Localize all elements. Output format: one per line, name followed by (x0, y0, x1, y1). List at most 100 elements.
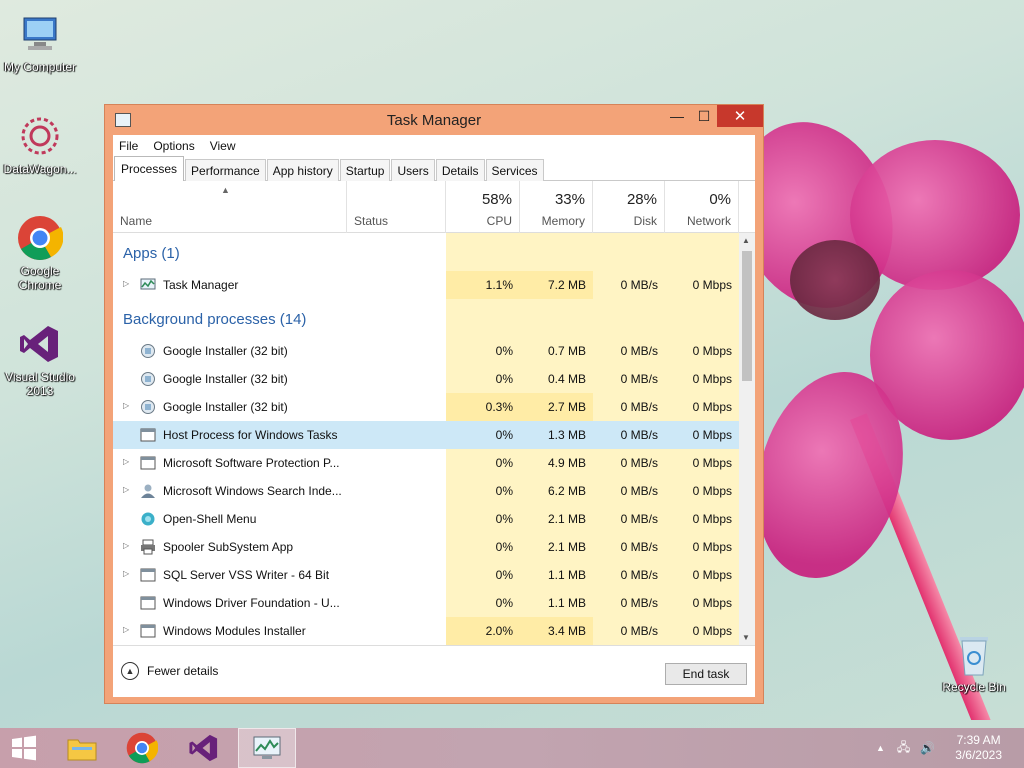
group-header-background: Background processes (14) (123, 311, 307, 328)
footer-bar: ▲ Fewer details End task (113, 645, 755, 697)
process-row[interactable]: Host Process for Windows Tasks 0% 1.3 MB 0 … (113, 421, 739, 449)
process-row[interactable]: Open-Shell Menu 0% 2.1 MB 0 MB/s 0 Mbps (113, 505, 739, 533)
taskbar-file-explorer[interactable] (58, 728, 106, 768)
tab-users[interactable]: Users (391, 159, 435, 181)
cpu-value: 0% (495, 484, 513, 498)
windows-logo-icon (12, 735, 36, 761)
cpu-value: 0% (495, 428, 513, 442)
tab-details[interactable]: Details (435, 159, 485, 181)
window-app-icon (140, 455, 156, 471)
window-app-icon (140, 595, 156, 611)
memory-value: 7.2 MB (520, 271, 593, 299)
process-row[interactable]: ▷ Windows Modules Installer 2.0% 3.4 MB 0 MB… (113, 617, 739, 645)
network-value: 0 Mbps (692, 624, 732, 638)
maximize-button[interactable]: ☐ (691, 105, 717, 127)
desktop-icon-label: Recycle Bin (942, 680, 1006, 694)
cpu-value: 1.1% (446, 271, 520, 299)
process-row-task-manager[interactable]: ▷ Task Manager 1.1% 7.2 MB 0 MB/s 0 Mbps (113, 271, 739, 299)
visual-studio-icon (189, 734, 218, 762)
vertical-scrollbar[interactable]: ▲ ▼ (739, 233, 755, 645)
taskbar-visual-studio[interactable] (180, 728, 228, 768)
column-name-label: Name (120, 214, 153, 228)
start-button[interactable] (0, 728, 48, 768)
title-bar[interactable]: Task Manager — ☐ ✕ (105, 105, 763, 135)
computer-icon (16, 10, 64, 58)
process-row[interactable]: ▷ Microsoft Windows Search Inde... 0% 6.2 M… (113, 477, 739, 505)
disk-value: 0 MB/s (620, 428, 658, 442)
tab-processes[interactable]: Processes (114, 156, 185, 181)
scroll-down-icon[interactable]: ▼ (742, 633, 750, 642)
tab-services[interactable]: Services (485, 159, 544, 181)
process-row[interactable]: Google Installer (32 bit) 0% 0.7 MB 0 MB/s 0… (113, 337, 739, 365)
search-indexer-icon (140, 483, 156, 499)
menu-file[interactable]: File (119, 139, 138, 153)
show-hidden-icons-icon[interactable]: ▲ (876, 743, 885, 753)
taskbar-chrome[interactable] (118, 728, 166, 768)
column-memory[interactable]: 33% Memory (520, 181, 593, 233)
process-name: Microsoft Windows Search Inde... (163, 484, 342, 498)
process-name: Google Installer (32 bit) (163, 400, 288, 414)
process-row[interactable]: ▷ Google Installer (32 bit) 0.3% 2.7 MB 0 MB… (113, 393, 739, 421)
network-icon[interactable]: 🖧 (897, 738, 910, 759)
expand-arrow-icon[interactable]: ▷ (123, 625, 129, 634)
chevron-up-icon[interactable]: ▲ (121, 662, 139, 680)
desktop-icon-my-computer[interactable]: My Computer (0, 10, 80, 74)
scrollbar-thumb[interactable] (742, 251, 752, 381)
tab-performance[interactable]: Performance (185, 159, 266, 181)
process-row[interactable]: ▷ Microsoft Software Protection P... 0% 4.9… (113, 449, 739, 477)
expand-arrow-icon[interactable]: ▷ (123, 457, 129, 466)
expand-arrow-icon[interactable]: ▷ (123, 279, 129, 288)
datawagon-logo-icon (16, 112, 64, 160)
task-manager-icon (253, 736, 281, 759)
fewer-details-link[interactable]: Fewer details (147, 664, 218, 678)
expand-arrow-icon[interactable]: ▷ (123, 401, 129, 410)
expand-arrow-icon[interactable]: ▷ (123, 541, 129, 550)
sort-ascending-icon: ▲ (221, 185, 230, 195)
menu-options[interactable]: Options (153, 139, 194, 153)
desktop-icon-visual-studio[interactable]: Visual Studio 2013 (0, 320, 80, 398)
column-name[interactable]: ▲ Name (113, 181, 347, 233)
disk-value: 0 MB/s (620, 596, 658, 610)
folder-icon (67, 739, 97, 761)
column-cpu[interactable]: 58% CPU (446, 181, 520, 233)
column-network[interactable]: 0% Network (665, 181, 739, 233)
process-name: Windows Driver Foundation - U... (163, 596, 340, 610)
desktop-icon-label: Visual Studio 2013 (5, 370, 75, 398)
column-status[interactable]: Status (347, 181, 446, 233)
column-disk[interactable]: 28% Disk (593, 181, 665, 233)
process-list: Apps (1) ▷ Task Manager 1.1% 7.2 MB 0 MB/s 0 M… (113, 233, 739, 645)
process-row[interactable]: ▷ Spooler SubSystem App 0% 2.1 MB 0 MB/s 0 Mb… (113, 533, 739, 561)
memory-value: 3.4 MB (520, 617, 593, 645)
column-memory-label: Memory (541, 214, 585, 228)
expand-arrow-icon[interactable]: ▷ (123, 569, 129, 578)
disk-total: 28% (626, 191, 657, 208)
volume-icon[interactable]: 🔊 (920, 741, 935, 755)
memory-value: 1.1 MB (547, 568, 586, 582)
close-button[interactable]: ✕ (717, 105, 763, 127)
process-row[interactable]: ▷ SQL Server VSS Writer - 64 Bit 0% 1.1 MB 0… (113, 561, 739, 589)
tab-app-history[interactable]: App history (266, 159, 339, 181)
network-value: 0 Mbps (692, 456, 732, 470)
end-task-button[interactable]: End task (665, 663, 747, 685)
network-value: 0 Mbps (692, 568, 732, 582)
memory-value: 6.2 MB (547, 484, 586, 498)
desktop-icon-recycle-bin[interactable]: Recycle Bin (934, 630, 1014, 694)
cpu-value: 0% (495, 456, 513, 470)
process-row[interactable]: Google Installer (32 bit) 0% 0.4 MB 0 MB/s 0… (113, 365, 739, 393)
disk-value: 0 MB/s (620, 400, 658, 414)
cpu-value: 0% (495, 540, 513, 554)
minimize-button[interactable]: — (663, 105, 691, 127)
network-value: 0 Mbps (692, 278, 732, 292)
process-name: Windows Modules Installer (163, 624, 306, 638)
expand-arrow-icon[interactable]: ▷ (123, 485, 129, 494)
taskbar-task-manager[interactable] (238, 728, 296, 768)
tab-startup[interactable]: Startup (339, 159, 391, 181)
desktop-icon-chrome[interactable]: Google Chrome (0, 214, 80, 292)
menu-view[interactable]: View (210, 139, 236, 153)
cpu-value: 0.3% (446, 393, 520, 421)
scroll-up-icon[interactable]: ▲ (742, 236, 750, 245)
column-cpu-label: CPU (486, 214, 512, 228)
desktop-icon-datawagon[interactable]: DataWagon... (0, 112, 80, 176)
clock[interactable]: 7:39 AM 3/6/2023 (955, 733, 1002, 763)
process-row[interactable]: Windows Driver Foundation - U... 0% 1.1 MB… (113, 589, 739, 617)
